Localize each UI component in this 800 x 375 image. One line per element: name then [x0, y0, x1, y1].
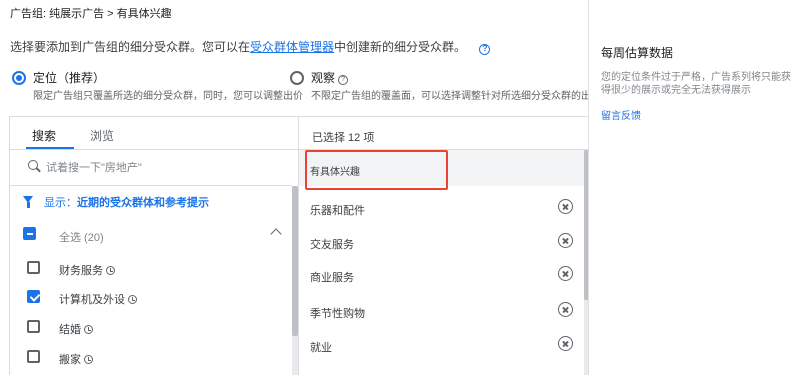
selected-item: 商业服务 — [310, 272, 354, 284]
help-icon[interactable]: ? — [479, 44, 491, 55]
selected-panel: 已选择 12 项 有具体兴趣 乐器和配件 交友服务 商业服务 季节性购物 就业 — [298, 117, 590, 375]
targeting-option-description: 限定广告组只覆盖所选的细分受众群，同时，您可以调整出价 — [33, 91, 303, 102]
observation-radio[interactable] — [290, 71, 304, 85]
intro-text: 选择要添加到广告组的细分受众群。您可以在受众群体管理器中创建新的细分受众群。 ? — [10, 38, 491, 55]
search-row — [10, 150, 298, 186]
clock-icon — [128, 295, 137, 304]
remove-icon[interactable] — [558, 336, 573, 351]
intro-text-after: 中创建新的细分受众群。 — [334, 40, 467, 54]
divider — [10, 185, 292, 186]
observation-option-label[interactable]: 观察 — [311, 71, 335, 85]
observation-option[interactable]: 观察? — [311, 69, 349, 86]
targeting-radio[interactable] — [12, 71, 26, 85]
estimate-text: 您的定位条件过于严格，广告系列将只能获得很少的展示或完全无法获得展示 — [601, 72, 791, 96]
item-label-moving: 搬家 — [59, 351, 93, 367]
item-label-text: 财务服务 — [59, 265, 103, 277]
targeting-option-label[interactable]: 定位（推荐） — [33, 69, 105, 86]
item-label-computers: 计算机及外设 — [59, 291, 137, 307]
item-label-text: 搬家 — [59, 354, 81, 366]
filter-icon — [23, 196, 33, 208]
item-checkbox-finance[interactable] — [27, 261, 40, 274]
search-input[interactable] — [46, 158, 286, 178]
item-label-finance: 财务服务 — [59, 262, 115, 278]
item-checkbox-computers[interactable] — [27, 290, 40, 303]
clock-icon — [84, 325, 93, 334]
selected-item: 就业 — [310, 342, 332, 354]
breadcrumb: 广告组: 纯展示广告 > 有具体兴趣 — [10, 8, 172, 20]
observation-option-description: 不限定广告组的覆盖面，可以选择调整针对所选细分受众群的出价 — [311, 91, 601, 102]
clock-icon — [106, 266, 115, 275]
remove-icon[interactable] — [558, 302, 573, 317]
clock-icon — [84, 355, 93, 364]
feedback-link[interactable]: 留言反馈 — [601, 107, 641, 122]
tab-browse[interactable]: 浏览 — [90, 127, 114, 144]
selected-item: 交友服务 — [310, 239, 354, 251]
item-checkbox-moving[interactable] — [27, 350, 40, 363]
audience-selector: 搜索 浏览 显示：近期的受众群体和参考提示 全选 (20) 财务服务 计算机及外… — [9, 116, 590, 375]
audience-manager-link[interactable]: 受众群体管理器 — [250, 40, 334, 54]
filter-toggle[interactable]: 显示：近期的受众群体和参考提示 — [44, 194, 209, 210]
select-all-label: 全选 (20) — [59, 232, 104, 244]
audience-browse-panel: 搜索 浏览 显示：近期的受众群体和参考提示 全选 (20) 财务服务 计算机及外… — [10, 117, 298, 375]
filter-value: 近期的受众群体和参考提示 — [77, 197, 209, 209]
remove-icon[interactable] — [558, 266, 573, 281]
intro-text-before: 选择要添加到广告组的细分受众群。您可以在 — [10, 40, 251, 54]
estimate-title: 每周估算数据 — [601, 46, 674, 60]
search-icon — [28, 160, 38, 170]
info-icon[interactable]: ? — [338, 75, 349, 85]
item-label-text: 计算机及外设 — [59, 294, 125, 306]
chevron-up-icon[interactable] — [270, 228, 282, 240]
tab-search[interactable]: 搜索 — [32, 127, 56, 144]
estimate-panel: 每周估算数据 您的定位条件过于严格，广告系列将只能获得很少的展示或完全无法获得展… — [588, 0, 800, 375]
remove-icon[interactable] — [558, 199, 573, 214]
item-label-text: 结婚 — [59, 324, 81, 336]
item-checkbox-wedding[interactable] — [27, 320, 40, 333]
remove-icon[interactable] — [558, 233, 573, 248]
filter-prefix: 显示： — [44, 197, 77, 209]
selected-count: 已选择 12 项 — [312, 132, 375, 144]
selected-item: 乐器和配件 — [310, 205, 365, 217]
select-all-checkbox[interactable] — [23, 227, 36, 240]
selected-item: 季节性购物 — [310, 308, 365, 320]
highlight-annotation — [305, 150, 448, 190]
item-label-wedding: 结婚 — [59, 321, 93, 337]
